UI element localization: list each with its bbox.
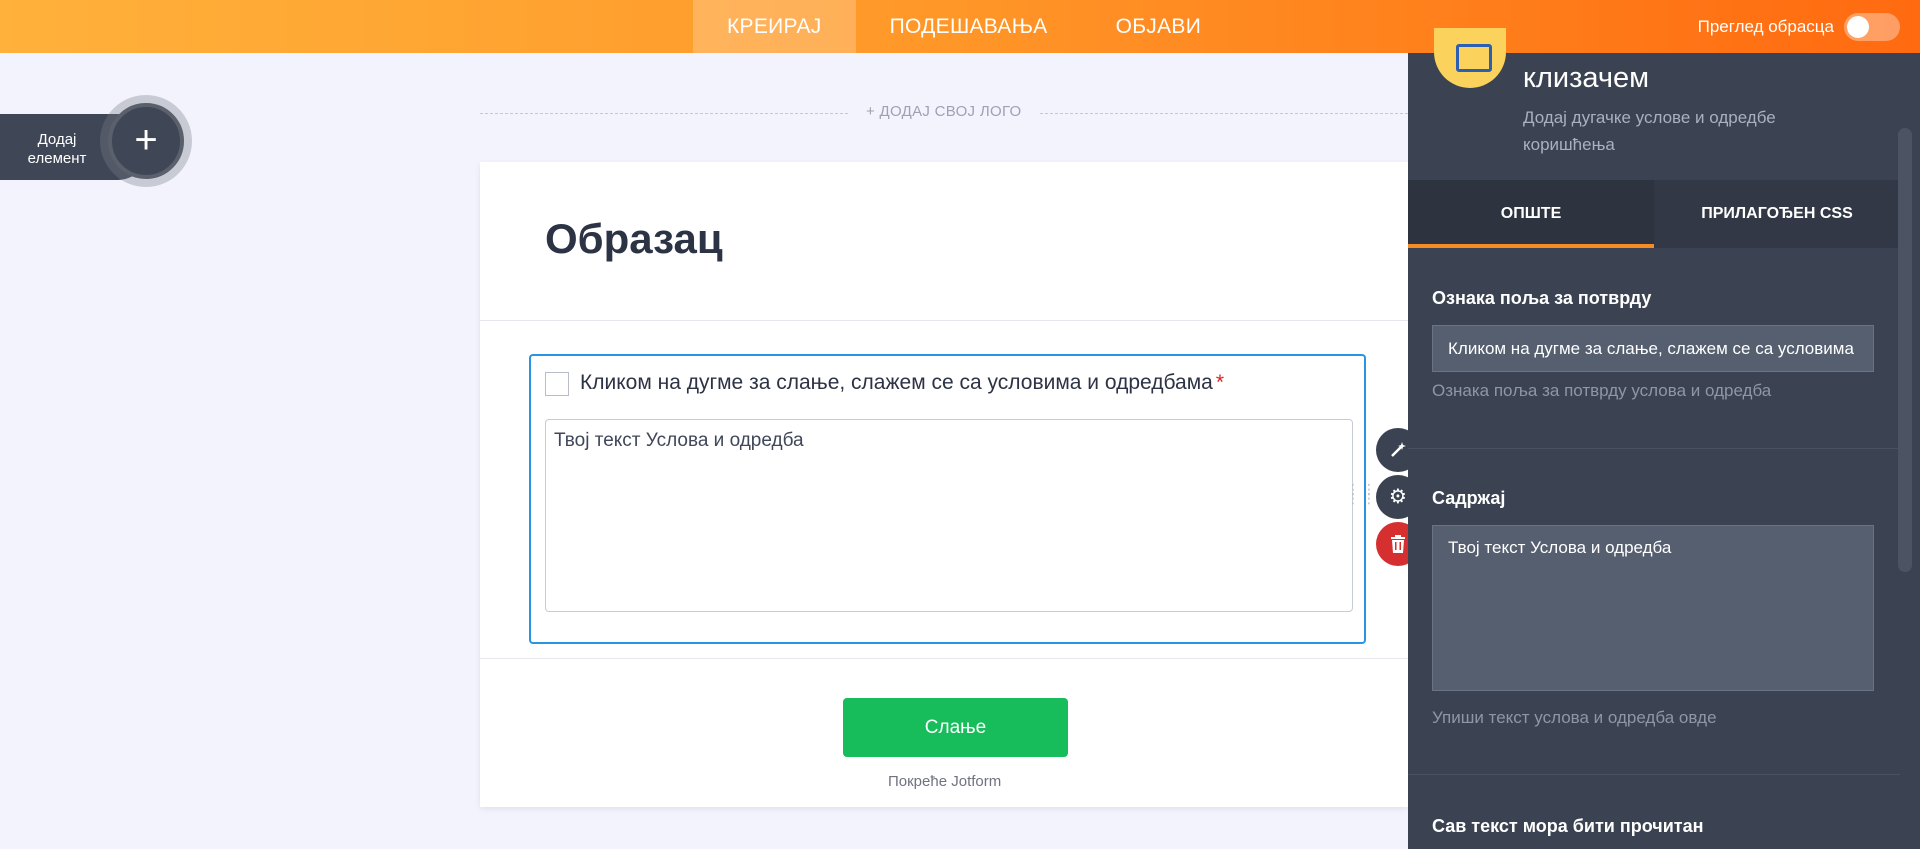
top-bar: КРЕИРАЈ ПОДЕШАВАЊА ОБЈАВИ Преглед обрасц… (0, 0, 1920, 53)
form-preview-toggle[interactable] (1844, 12, 1900, 41)
panel-separator (1408, 448, 1900, 449)
form-preview: Преглед обрасца (1698, 0, 1900, 53)
toggle-knob (1847, 15, 1869, 38)
confirm-label-help: Ознака поља за потврду услова и одредба (1432, 381, 1772, 400)
confirm-label-input[interactable]: Кликом на дугме за слање, слажем се са у… (1432, 325, 1874, 372)
add-element-label: Додај елемент (12, 130, 102, 168)
plus-icon: + (134, 118, 158, 162)
panel-separator-2 (1408, 774, 1900, 775)
required-mark: * (1215, 371, 1224, 394)
add-element-label-line2: елемент (27, 150, 87, 167)
add-element-button[interactable]: + (108, 103, 184, 179)
form-title[interactable]: Образац (545, 215, 723, 263)
add-logo-link[interactable]: + ДОДАЈ СВОЈ ЛОГО (848, 103, 1040, 120)
panel-description: Додај дугачке услове и одредбе коришћења (1523, 108, 1776, 154)
panel-title: клизачем (1523, 62, 1650, 94)
must-read-heading: Сав текст мора бити прочитан (1432, 816, 1704, 836)
content-textarea-text: Твој текст Услова и одредба (1448, 538, 1672, 557)
header-divider (480, 320, 1408, 321)
tab-publish[interactable]: ОБЈАВИ (1082, 0, 1236, 53)
tab-settings[interactable]: ПОДЕШАВАЊА (856, 0, 1082, 53)
content-textarea[interactable]: Твој текст Услова и одредба (1432, 525, 1874, 691)
powered-by: Покреће Jotform (888, 773, 1002, 790)
terms-text: Твој текст Услова и одредба (554, 430, 804, 451)
tab-create[interactable]: КРЕИРАЈ (693, 0, 856, 53)
main-tabs: КРЕИРАЈ ПОДЕШАВАЊА ОБЈАВИ (693, 0, 1235, 53)
drag-handle-icon[interactable]: ⋮⋮ ⋮⋮ (1346, 482, 1376, 515)
add-element-label-line1: Додај (37, 131, 77, 148)
terms-checkbox[interactable] (545, 372, 569, 396)
checkbox-label-text: Кликом на дугме за слање, слажем се са у… (580, 371, 1213, 394)
terms-checkbox-label: Кликом на дугме за слање, слажем се са у… (580, 371, 1224, 395)
submit-button[interactable]: Слање (843, 698, 1068, 757)
content-help: Упиши текст услова и одредба овде (1432, 708, 1717, 727)
tab-general[interactable]: ОПШТЕ (1408, 180, 1654, 248)
footer-divider (480, 658, 1408, 659)
panel-scrollbar[interactable] (1898, 128, 1912, 572)
tab-custom-css[interactable]: ПРИЛАГОЂЕН CSS (1654, 180, 1900, 248)
confirm-label-heading: Ознака поља за потврду (1432, 288, 1652, 308)
terms-text-box[interactable]: Твој текст Услова и одредба (545, 419, 1353, 612)
content-heading: Садржај (1432, 488, 1506, 508)
form-preview-label: Преглед обрасца (1697, 16, 1834, 36)
panel-tabs: ОПШТЕ ПРИЛАГОЂЕН CSS (1408, 180, 1900, 248)
properties-panel (1408, 53, 1920, 849)
